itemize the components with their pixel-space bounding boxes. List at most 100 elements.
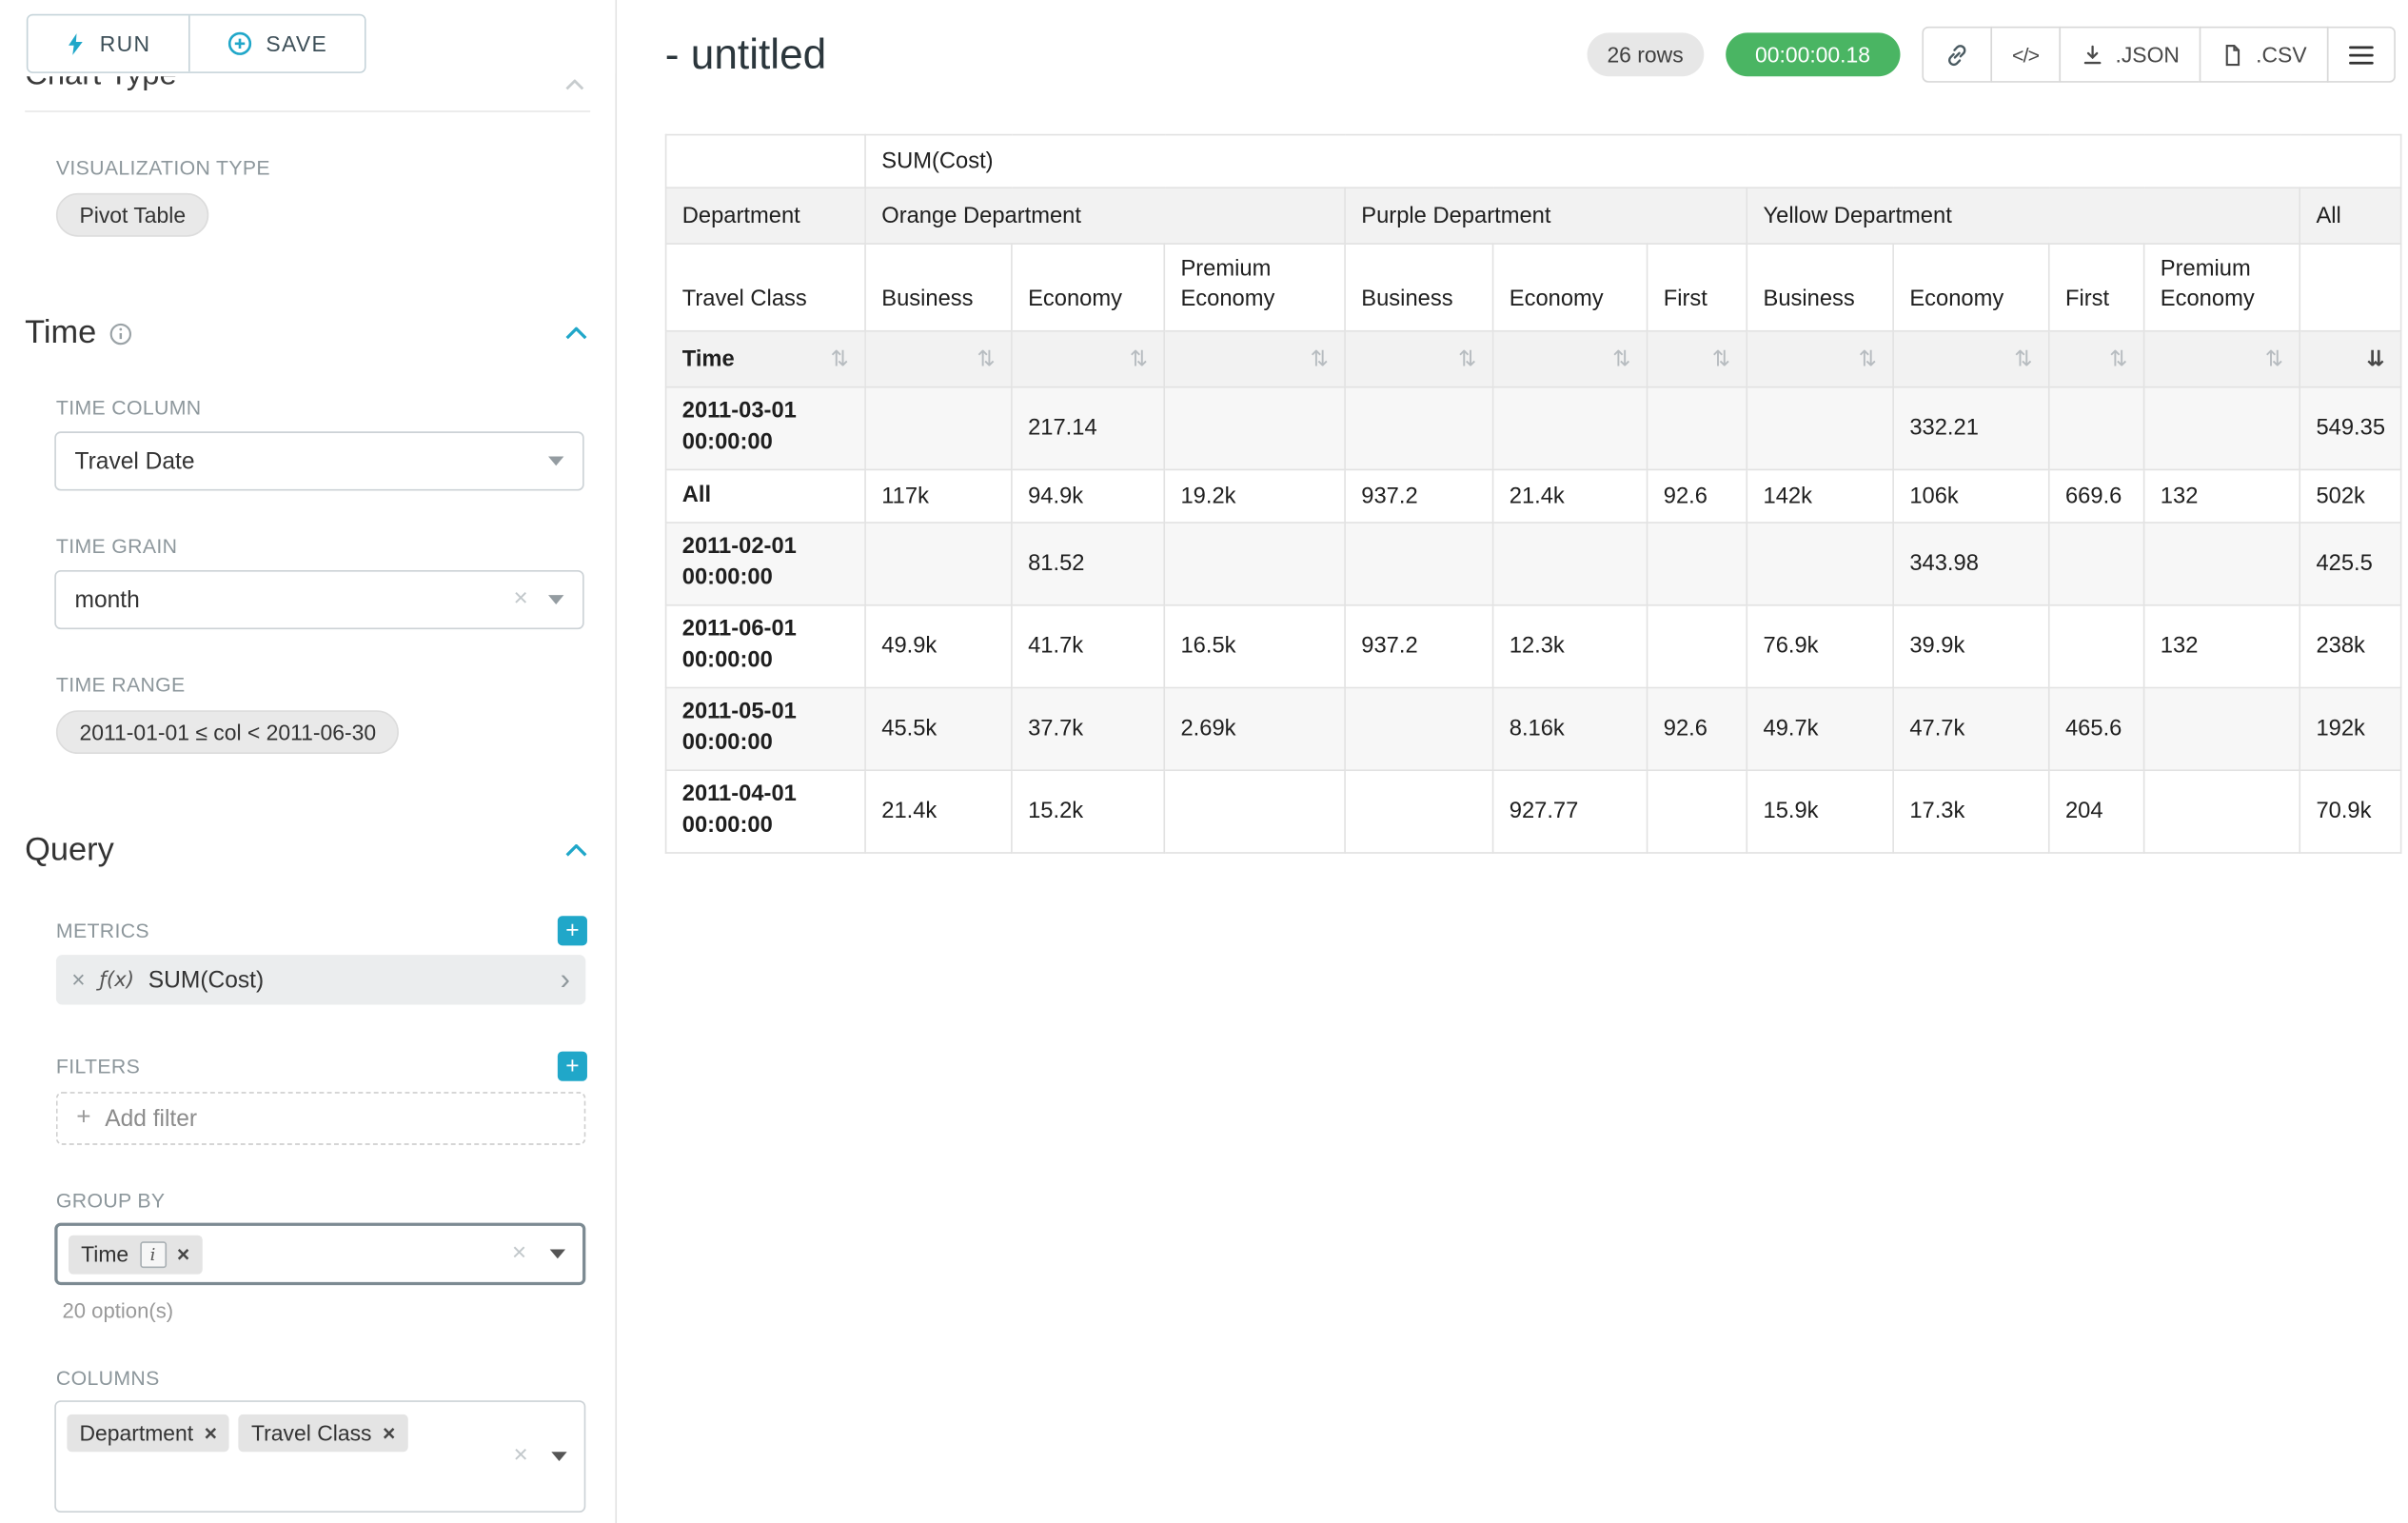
sort-icon[interactable]: ⇅ [977,348,996,370]
pivot-value-cell [1345,770,1492,853]
columns-tag[interactable]: Travel Class × [239,1414,408,1452]
filters-label-row: FILTERS + [56,1052,587,1081]
pivot-row-label: 2011-04-01 00:00:00 [666,770,865,853]
columns-tag[interactable]: Department × [67,1414,229,1452]
pivot-value-cell: 15.2k [1012,770,1164,853]
group-by-options-hint: 20 option(s) [62,1299,615,1323]
visualization-type-label: VISUALIZATION TYPE [56,156,590,180]
pivot-value-cell: 343.98 [1893,523,2049,605]
clear-icon[interactable]: × [513,1444,527,1469]
sort-icon[interactable]: ⇅ [1130,348,1148,370]
pivot-value-cell [1345,688,1492,771]
pivot-sort-cell: ⇊ [2299,331,2400,387]
pivot-value-cell: 41.7k [1012,605,1164,688]
info-icon[interactable] [109,322,132,346]
pivot-value-cell [1345,387,1492,470]
section-divider [25,110,590,112]
pivot-row: 2011-06-01 00:00:0049.9k41.7k16.5k937.21… [666,605,2401,688]
add-metric-button[interactable]: + [558,916,587,945]
group-by-tag[interactable]: Time i × [69,1235,202,1274]
sort-icon[interactable]: ⇅ [1859,348,1877,370]
query-section-header: Query [25,832,587,869]
collapse-chevron-icon[interactable] [565,844,587,857]
remove-metric-icon[interactable]: × [71,966,85,993]
pivot-value-cell [1648,770,1747,853]
pivot-value-cell [2144,688,2300,771]
clear-icon[interactable]: × [512,1241,526,1266]
pivot-value-cell [2144,523,2300,605]
pivot-value-cell: 117k [865,469,1012,523]
pivot-row: All117k94.9k19.2k937.221.4k92.6142k106k6… [666,469,2401,523]
pivot-value-cell: 2.69k [1164,688,1345,771]
function-icon: ƒ(x) [99,968,134,992]
sort-icon[interactable]: ⇅ [2014,348,2032,370]
sort-icon[interactable]: ⇅ [1458,348,1476,370]
run-button[interactable]: RUN [28,15,188,71]
chart-title[interactable]: - untitled [665,30,826,79]
sort-icon[interactable]: ⇅ [1712,348,1730,370]
sort-icon[interactable]: ⇅ [2109,348,2127,370]
menu-button[interactable] [2327,27,2396,83]
caret-right-icon[interactable]: › [561,965,570,995]
time-grain-select[interactable]: month × [54,570,583,629]
link-icon [1944,41,1970,68]
remove-tag-icon[interactable]: × [177,1243,189,1265]
pivot-corner-blank [666,135,865,188]
pivot-row: 2011-03-01 00:00:00217.14332.21549.35 [666,387,2401,470]
run-button-label: RUN [100,31,151,56]
query-timer-badge: 00:00:00.18 [1726,32,1900,76]
pivot-column-header: Economy [1893,244,2049,331]
time-column-select[interactable]: Travel Date [54,431,583,490]
share-link-button[interactable] [1922,27,1992,83]
pivot-value-cell: 21.4k [1493,469,1648,523]
metric-item[interactable]: × ƒ(x) SUM(Cost) › [56,955,585,1004]
pivot-row-label: All [666,469,865,523]
export-csv-button[interactable]: .CSV [2200,27,2328,83]
collapse-chevron-icon[interactable] [565,327,587,340]
pivot-sort-cell: ⇅ [1012,331,1164,387]
sort-icon[interactable]: ⇅ [2265,348,2283,370]
time-column-label: TIME COLUMN [56,396,590,420]
sort-desc-icon[interactable]: ⇊ [2366,348,2384,370]
pivot-value-cell: 81.52 [1012,523,1164,605]
pivot-column-header: Business [1747,244,1893,331]
columns-select[interactable]: Department × Travel Class × × [54,1400,585,1513]
chevron-down-icon[interactable] [551,1452,566,1461]
chevron-up-icon[interactable] [565,79,584,89]
sort-icon[interactable]: ⇅ [1612,348,1630,370]
add-filter-button[interactable]: + Add filter [56,1092,585,1145]
save-button[interactable]: SAVE [188,15,365,71]
plus-icon: + [76,1104,90,1132]
group-by-select[interactable]: Time i × × [54,1223,585,1285]
chart-type-section-clipped: Chart Type [25,76,590,98]
columns-tag-label: Travel Class [251,1420,371,1445]
pivot-sort-cell: ⇅ [2144,331,2300,387]
chevron-down-icon[interactable] [550,1249,565,1258]
pivot-time-header-cell: Time⇅ [666,331,865,387]
pivot-value-cell: 15.9k [1747,770,1893,853]
chevron-down-icon[interactable] [548,456,563,465]
pivot-value-cell: 8.16k [1493,688,1648,771]
time-range-label: TIME RANGE [56,673,590,697]
add-filter-plus-button[interactable]: + [558,1052,587,1081]
info-icon[interactable]: i [140,1240,167,1267]
sort-icon[interactable]: ⇅ [1311,348,1329,370]
pivot-value-cell: 332.21 [1893,387,2049,470]
sort-icon[interactable]: ⇅ [831,348,849,370]
view-query-button[interactable]: </> [1990,27,2061,83]
pivot-value-cell [2144,770,2300,853]
visualization-type-pill[interactable]: Pivot Table [56,193,209,237]
remove-tag-icon[interactable]: × [383,1422,395,1444]
remove-tag-icon[interactable]: × [205,1422,217,1444]
pivot-value-cell: 132 [2144,605,2300,688]
pivot-column-group-header: Yellow Department [1747,188,2299,244]
pivot-value-cell: 192k [2299,688,2400,771]
chevron-down-icon[interactable] [548,595,563,604]
query-section-title: Query [25,832,114,869]
pivot-value-cell: 92.6 [1648,469,1747,523]
time-range-pill[interactable]: 2011-01-01 ≤ col < 2011-06-30 [56,710,400,754]
pivot-sort-cell: ⇅ [1893,331,2049,387]
clear-icon[interactable]: × [513,587,527,612]
export-json-button[interactable]: .JSON [2060,27,2201,83]
pivot-value-cell [2049,523,2144,605]
